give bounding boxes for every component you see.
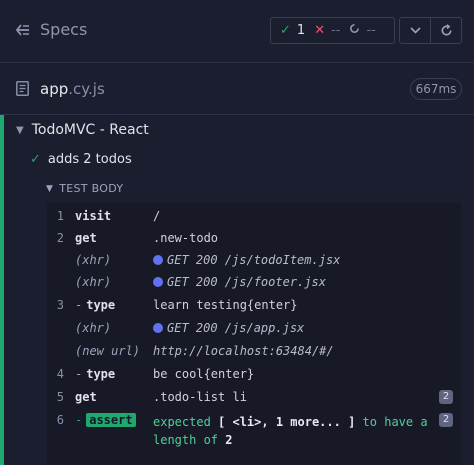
passed-stat: ✓ 1 <box>280 23 305 38</box>
command-message: be cool{enter} <box>153 367 255 381</box>
command-number: 4 <box>56 367 64 381</box>
spec-file-ext: .cy.js <box>68 80 105 98</box>
assert-subject: [ <li>, 1 more... ] <box>218 415 356 429</box>
command-message: / <box>153 209 161 223</box>
command-name-text: type <box>86 298 116 312</box>
xhr-text: GET 200 /js/todoItem.jsx <box>167 253 341 267</box>
spinner-icon <box>349 23 360 38</box>
pending-stat: -- <box>349 23 376 38</box>
command-row[interactable]: (xhr) GET 200 /js/app.jsx <box>47 317 461 339</box>
refresh-icon <box>441 24 451 36</box>
element-count-badge: 2 <box>439 390 453 404</box>
command-name: (xhr) <box>75 253 112 267</box>
passed-count: 1 <box>296 23 306 38</box>
command-number: 5 <box>56 390 64 404</box>
command-name: - type <box>75 367 115 381</box>
assert-message: expected [ <li>, 1 more... ] to have a l… <box>153 413 428 449</box>
command-message: GET 200 /js/todoItem.jsx <box>153 253 340 267</box>
command-name: - type <box>75 298 115 312</box>
command-row[interactable]: 1 visit / <box>47 205 461 227</box>
command-name: (new url) <box>75 344 141 358</box>
assert-verb: to have a <box>362 415 428 429</box>
command-message: .new-todo <box>153 231 219 245</box>
command-message: .todo-list li <box>153 390 247 404</box>
section-title: TEST BODY <box>59 182 124 195</box>
command-row[interactable]: (xhr) GET 200 /js/todoItem.jsx <box>47 249 461 271</box>
command-number: 1 <box>56 209 64 223</box>
chevron-down-icon: ▼ <box>46 183 54 194</box>
xhr-text: GET 200 /js/footer.jsx <box>167 275 326 289</box>
pending-count: -- <box>366 23 376 38</box>
command-message: GET 200 /js/app.jsx <box>153 321 304 335</box>
command-name: get <box>75 390 97 404</box>
command-name: get <box>75 231 97 245</box>
file-icon <box>16 81 29 96</box>
assert-expected: expected <box>153 415 211 429</box>
assert-length-label: length of <box>153 433 219 447</box>
spec-file-name[interactable]: app.cy.js <box>40 80 105 98</box>
spec-file-basename: app <box>40 80 69 98</box>
stats-group: ✓ 1 ✕ -- -- <box>270 17 395 44</box>
xhr-status-dot <box>153 255 163 265</box>
suite-title: TodoMVC - React <box>31 122 149 138</box>
command-number: 6 <box>56 413 64 427</box>
xhr-status-dot <box>153 323 163 333</box>
specs-label: Specs <box>40 20 88 39</box>
test-title-row[interactable]: ✓ adds 2 todos <box>30 152 132 167</box>
command-row[interactable]: 2 get .new-todo <box>47 227 461 249</box>
chevron-down-icon: ▼ <box>16 124 24 136</box>
command-number: 2 <box>56 231 64 245</box>
command-child-dash: - <box>75 413 83 427</box>
check-icon: ✓ <box>280 23 291 38</box>
duration-badge: 667ms <box>410 78 462 100</box>
failed-stat: ✕ -- <box>314 23 340 38</box>
command-name-text: type <box>86 367 116 381</box>
failed-count: -- <box>331 23 341 38</box>
command-name: visit <box>75 209 112 223</box>
reporter-header: Specs ✓ 1 ✕ -- -- <box>0 0 474 63</box>
suite-title-row[interactable]: ▼ TodoMVC - React <box>16 122 149 138</box>
command-child-dash: - <box>75 298 83 312</box>
command-row[interactable]: 5 get .todo-list li 2 <box>47 386 461 408</box>
assert-length-value: 2 <box>225 433 233 447</box>
command-row[interactable]: (new url) http://localhost:63484/#/ <box>47 340 461 362</box>
xhr-status-dot <box>153 277 163 287</box>
test-title: adds 2 todos <box>47 152 132 167</box>
xhr-text: GET 200 /js/app.jsx <box>167 321 305 335</box>
command-number: 3 <box>56 298 64 312</box>
command-row[interactable]: 4 - type be cool{enter} <box>47 363 461 385</box>
specs-back-icon <box>16 23 29 36</box>
check-icon: ✓ <box>30 152 41 167</box>
command-row[interactable]: 3 - type learn testing{enter} <box>47 294 461 316</box>
pass-status-bar <box>0 115 4 465</box>
command-message: http://localhost:63484/#/ <box>153 344 334 358</box>
command-log: 1 visit / 2 get .new-todo (xhr) GET 200 … <box>47 203 461 465</box>
command-name: (xhr) <box>75 275 112 289</box>
specs-button[interactable]: Specs <box>16 20 87 39</box>
command-message: learn testing{enter} <box>153 298 298 312</box>
chevron-down-icon <box>409 27 421 34</box>
command-child-dash: - <box>75 367 83 381</box>
spec-file-header: app.cy.js 667ms <box>0 63 474 115</box>
element-count-badge: 2 <box>439 413 453 427</box>
command-row[interactable]: (xhr) GET 200 /js/footer.jsx <box>47 271 461 293</box>
x-icon: ✕ <box>314 23 326 38</box>
test-body-section[interactable]: ▼ TEST BODY <box>46 182 123 195</box>
assert-row[interactable]: 6 - assert expected [ <li>, 1 more... ] t… <box>47 409 461 453</box>
assert-command: - assert <box>75 413 136 427</box>
restart-button[interactable] <box>430 17 462 44</box>
assert-label: assert <box>86 413 136 427</box>
dropdown-button[interactable] <box>399 17 431 44</box>
command-message: GET 200 /js/footer.jsx <box>153 275 326 289</box>
command-name: (xhr) <box>75 321 112 335</box>
